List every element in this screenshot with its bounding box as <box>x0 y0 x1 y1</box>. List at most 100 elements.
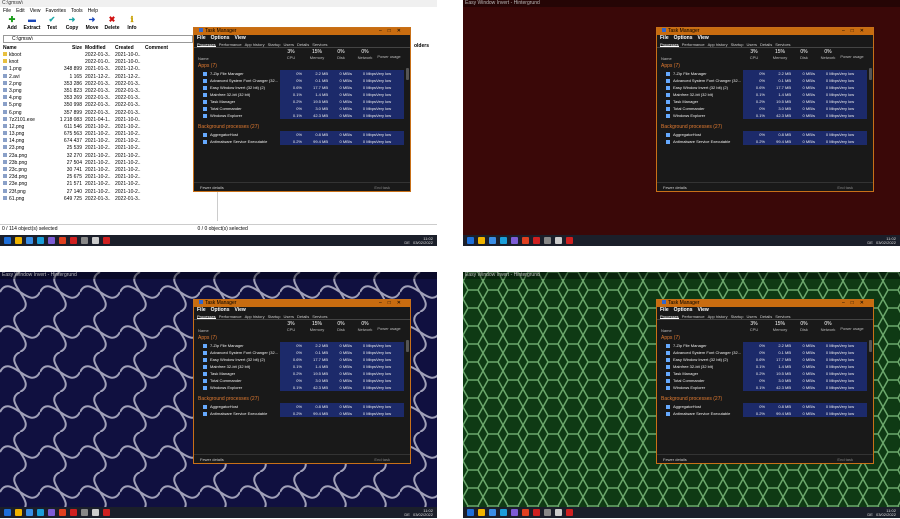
process-row[interactable]: Windows Explorer 0.1% 42.3 MB 0 MB/s 0 Mbps… <box>657 112 873 119</box>
file-row[interactable]: 2.png 353 286 2022-01-3.. 2022-01-3.. <box>0 80 193 88</box>
tab[interactable]: Startup <box>268 42 281 47</box>
col-cpu[interactable]: 3% CPU <box>278 49 304 60</box>
file-row[interactable]: 23f.png 27 140 2021-10-2.. 2021-10-2.. <box>0 188 193 196</box>
file-row[interactable]: kboot 2022-01-3.. 2021-10-0.. <box>0 52 193 59</box>
col-memory[interactable]: 15% Memory <box>304 321 330 332</box>
tab[interactable]: Startup <box>731 314 744 319</box>
tab[interactable]: Processes <box>660 42 679 47</box>
tm-menu-item[interactable]: View <box>698 35 709 42</box>
store-icon[interactable] <box>500 509 507 516</box>
process-row[interactable]: Mainfree 32-bit (32 bit) 0.1% 1.4 MB 0 MB/… <box>194 363 410 370</box>
process-row[interactable]: Task Manager 0.2% 19.5 MB 0 MB/s 0 Mbps Ver… <box>657 370 873 377</box>
tab[interactable]: Performance <box>682 42 705 47</box>
tab[interactable]: Services <box>775 314 790 319</box>
col-disk[interactable]: 0% Disk <box>328 49 354 60</box>
col-disk[interactable]: 0% Disk <box>328 321 354 332</box>
terminal-icon[interactable] <box>544 237 551 244</box>
file-row[interactable]: 23b.png 27 504 2021-10-2.. 2021-10-2.. <box>0 159 193 167</box>
process-row[interactable]: Total Commander 0% 3.0 MB 0 MB/s 0 Mbps Ver… <box>194 105 410 112</box>
scrollbar[interactable] <box>406 68 409 80</box>
col-cpu[interactable]: 3% CPU <box>741 49 767 60</box>
process-row[interactable]: AggregatorHost 0% 0.8 MB 0 MB/s 0 Mbps Very… <box>194 403 410 410</box>
scrollbar[interactable] <box>406 340 409 352</box>
process-row[interactable]: Advanced System Font Changer (32... 0% 0.… <box>657 77 873 84</box>
file-row[interactable]: 23d.png 25 675 2021-10-2.. 2021-10-2.. <box>0 174 193 181</box>
start-icon[interactable] <box>4 237 11 244</box>
tab[interactable]: Performance <box>219 314 242 319</box>
info-button[interactable]: ℹ Info <box>123 16 141 32</box>
test-button[interactable]: ✔ Test <box>43 16 61 32</box>
process-row[interactable]: Mainfree 32-bit (32 bit) 0.1% 1.4 MB 0 MB/… <box>657 91 873 98</box>
tab[interactable]: App history <box>245 42 265 47</box>
file-row[interactable]: 7z2101.exe 1 218 083 2021-04-1.. 2021-10-0.… <box>0 116 193 124</box>
tab[interactable]: Services <box>312 314 327 319</box>
tab[interactable]: Startup <box>731 42 744 47</box>
tab[interactable]: App history <box>708 314 728 319</box>
system-tray[interactable]: DE 11:02 03/02/2022 <box>404 508 433 517</box>
tab[interactable]: Users <box>747 314 757 319</box>
col-power[interactable]: Power usage <box>374 321 404 331</box>
file-row[interactable]: 2.avi 1 165 2021-12-2.. 2021-12-2.. <box>0 73 193 81</box>
folder-icon[interactable] <box>478 237 485 244</box>
tab[interactable]: Services <box>312 42 327 47</box>
menu-file[interactable]: File <box>3 8 11 15</box>
tab[interactable]: Performance <box>682 314 705 319</box>
fewer-details-link[interactable]: Fewer details <box>663 457 687 462</box>
files-icon[interactable] <box>92 237 99 244</box>
folder-icon[interactable] <box>15 509 22 516</box>
tab[interactable]: Details <box>297 314 309 319</box>
col-disk[interactable]: 0% Disk <box>791 321 817 332</box>
col-cpu[interactable]: 3% CPU <box>741 321 767 332</box>
process-row[interactable]: Easy Window Invert (32 bit) (2) 0.6% 17.7… <box>194 356 410 363</box>
menu-tools[interactable]: Tools <box>71 8 83 15</box>
tm-menu-item[interactable]: View <box>235 35 246 42</box>
col-name[interactable]: Name <box>3 45 58 51</box>
col-name[interactable]: Name <box>198 328 209 333</box>
menu-help[interactable]: Help <box>88 8 98 15</box>
col-memory[interactable]: 15% Memory <box>304 49 330 60</box>
notepad-icon[interactable] <box>511 237 518 244</box>
terminal-icon[interactable] <box>544 509 551 516</box>
store-icon[interactable] <box>500 237 507 244</box>
col-cpu[interactable]: 3% CPU <box>278 321 304 332</box>
file-row[interactable]: 14.png 674 437 2021-10-2.. 2021-10-2.. <box>0 138 193 145</box>
store-icon[interactable] <box>37 509 44 516</box>
files-icon[interactable] <box>92 509 99 516</box>
notepad-icon[interactable] <box>48 237 55 244</box>
file-row[interactable]: 23a.png 32 270 2021-10-2.. 2021-10-2.. <box>0 152 193 160</box>
menu-edit[interactable]: Edit <box>16 8 25 15</box>
tab[interactable]: Startup <box>268 314 281 319</box>
tab[interactable]: Details <box>297 42 309 47</box>
tab[interactable]: App history <box>245 314 265 319</box>
file-row[interactable]: 61.png 649 725 2022-01-3.. 2022-01-3.. <box>0 195 193 203</box>
folder-icon[interactable] <box>15 237 22 244</box>
file-row[interactable]: 6.png 357 899 2022-01-3.. 2022-01-3.. <box>0 109 193 117</box>
file-row[interactable]: 13.png 675 563 2021-10-2.. 2021-10-2.. <box>0 131 193 138</box>
files-icon[interactable] <box>555 237 562 244</box>
system-tray[interactable]: DE 11:02 03/02/2022 <box>404 236 433 245</box>
process-row[interactable]: AggregatorHost 0% 0.8 MB 0 MB/s 0 Mbps Very… <box>657 131 873 138</box>
process-row[interactable]: Antimalware Service Executable 0.2% 99.4 … <box>194 410 410 417</box>
tm-menu-item[interactable]: Options <box>674 307 693 314</box>
app-icon[interactable] <box>566 237 573 244</box>
extract-button[interactable]: ▬ Extract <box>23 16 41 32</box>
process-row[interactable]: Total Commander 0% 3.0 MB 0 MB/s 0 Mbps Ver… <box>657 377 873 384</box>
store-icon[interactable] <box>37 237 44 244</box>
tm-menu-item[interactable]: View <box>235 307 246 314</box>
process-row[interactable]: Task Manager 0.2% 19.5 MB 0 MB/s 0 Mbps Ver… <box>194 370 410 377</box>
tm-menu-item[interactable]: Options <box>211 35 230 42</box>
tab[interactable]: Processes <box>197 42 216 47</box>
process-row[interactable]: Antimalware Service Executable 0.2% 99.4 … <box>657 410 873 417</box>
firefox-icon[interactable] <box>522 509 529 516</box>
file-row[interactable]: knot 2022-01-0.. 2021-10-0.. <box>0 59 193 66</box>
file-row[interactable]: 23.png 25 539 2021-10-2.. 2021-10-2.. <box>0 145 193 152</box>
col-name[interactable]: Name <box>661 328 672 333</box>
end-task-button[interactable]: End task <box>837 455 853 463</box>
edge-icon[interactable] <box>489 509 496 516</box>
process-row[interactable]: Mainfree 32-bit (32 bit) 0.1% 1.4 MB 0 MB/… <box>194 91 410 98</box>
process-row[interactable]: Windows Explorer 0.1% 42.3 MB 0 MB/s 0 Mbps… <box>194 384 410 391</box>
fewer-details-link[interactable]: Fewer details <box>200 185 224 190</box>
pdf-icon[interactable] <box>70 509 77 516</box>
col-memory[interactable]: 15% Memory <box>767 49 793 60</box>
terminal-icon[interactable] <box>81 237 88 244</box>
